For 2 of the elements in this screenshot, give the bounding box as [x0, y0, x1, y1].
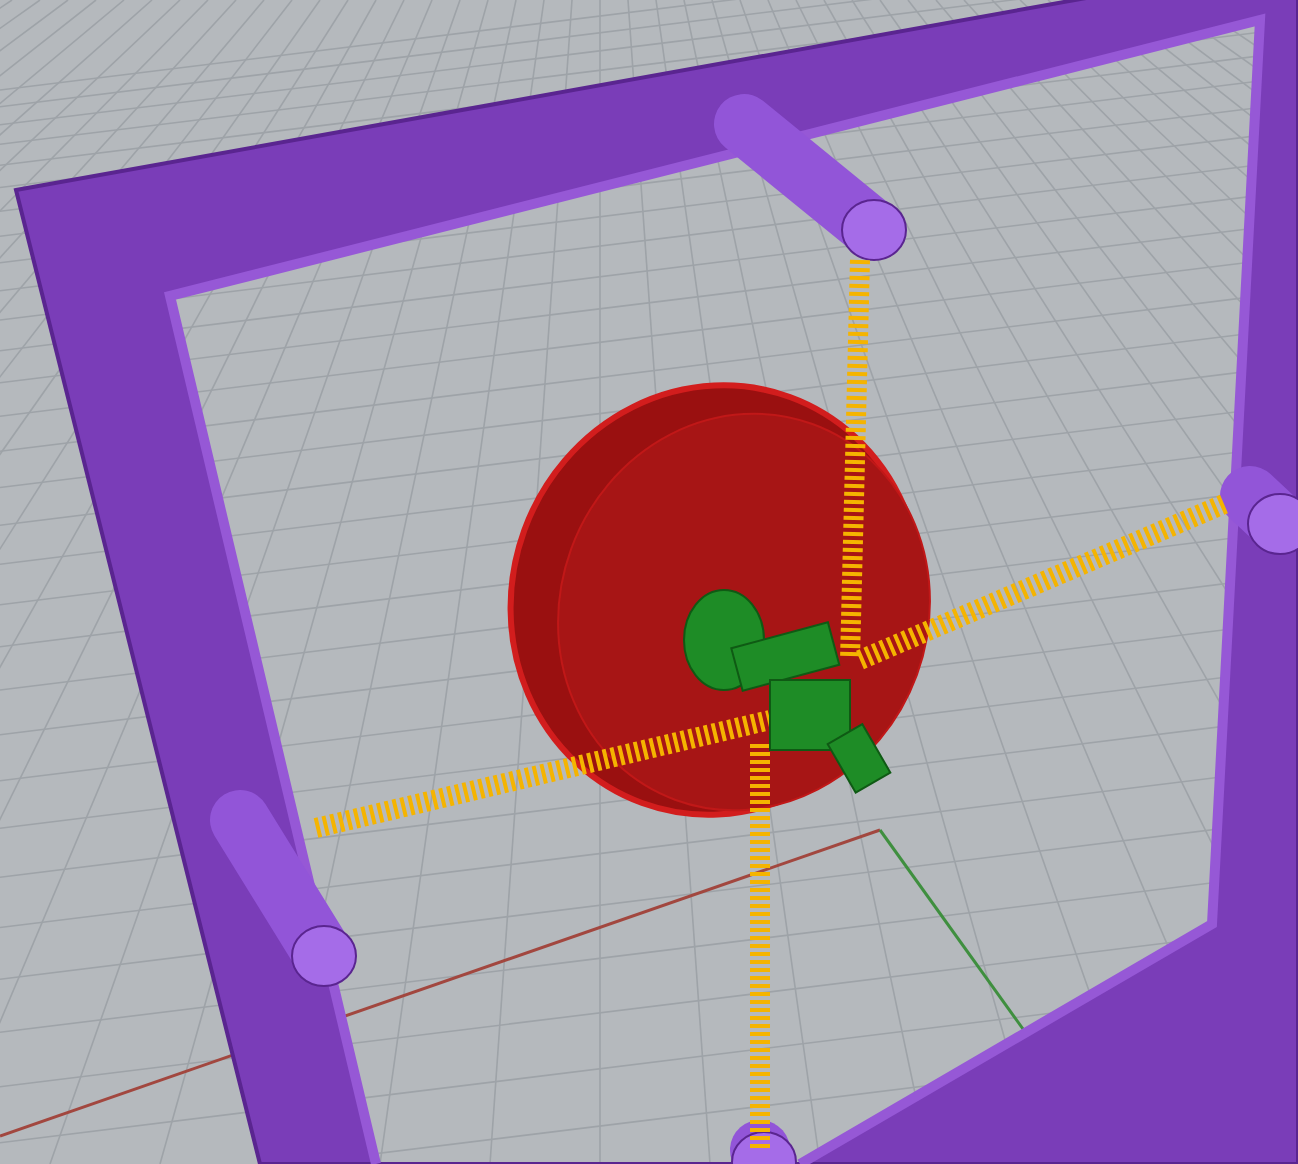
rod [730, 1120, 797, 1164]
rod [1220, 466, 1298, 555]
